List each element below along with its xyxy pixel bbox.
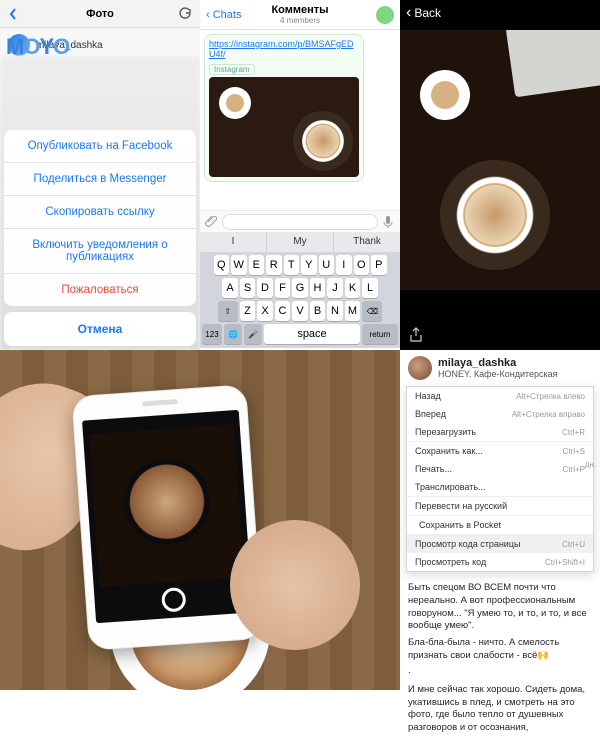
chat-header: ‹ Chats Комменты 4 members — [200, 0, 400, 30]
key-j[interactable]: J — [327, 278, 343, 298]
menu-item[interactable]: НазадAlt+Стрелка влево — [407, 387, 593, 405]
message-bubble[interactable]: https://instagram.com/p/BMSAFgEDU4f/ Ins… — [204, 34, 364, 182]
key-l[interactable]: L — [362, 278, 378, 298]
message-input-row — [200, 210, 400, 232]
key-u[interactable]: U — [319, 255, 335, 275]
menu-item[interactable]: Печать...Ctrl+P — [407, 460, 593, 478]
nav-title: Фото — [0, 8, 200, 20]
message-link[interactable]: https://instagram.com/p/BMSAFgEDU4f/ — [209, 39, 359, 59]
report[interactable]: Пожаловаться — [4, 274, 196, 306]
attach-icon[interactable] — [204, 215, 218, 229]
key-c[interactable]: C — [275, 301, 291, 321]
post-username[interactable]: milaya_dashka — [438, 357, 558, 369]
key-p[interactable]: P — [371, 255, 387, 275]
keyboard-suggestions: I My Thank — [200, 232, 400, 252]
key-y[interactable]: Y — [301, 255, 317, 275]
share-messenger[interactable]: Поделиться в Messenger — [4, 163, 196, 196]
post-caption: Быть спецом ВО ВСЕМ почти что нереально.… — [400, 578, 600, 745]
menu-item[interactable]: Перевести на русский — [407, 496, 593, 515]
enable-notifications[interactable]: Включить уведомления о публикациях — [4, 229, 196, 274]
viewer-toolbar — [400, 320, 600, 350]
key-z[interactable]: Z — [240, 301, 256, 321]
ios-share-sheet-panel: Фото milaya_dashka MOYO Опубликовать на … — [0, 0, 200, 350]
suggestion[interactable]: Thank — [334, 232, 400, 252]
link-preview-image — [209, 77, 359, 177]
key-shift[interactable]: ⇧ — [218, 301, 238, 321]
key-globe[interactable]: 🌐 — [224, 324, 242, 344]
key-t[interactable]: T — [284, 255, 300, 275]
key-i[interactable]: I — [336, 255, 352, 275]
key-space[interactable]: space — [264, 324, 360, 344]
key-k[interactable]: K — [345, 278, 361, 298]
context-menu: НазадAlt+Стрелка влевоВпередAlt+Стрелка … — [406, 386, 594, 572]
key-w[interactable]: W — [231, 255, 247, 275]
share-icon[interactable] — [408, 327, 424, 343]
key-g[interactable]: G — [292, 278, 308, 298]
avatar[interactable] — [408, 356, 432, 380]
key-d[interactable]: D — [257, 278, 273, 298]
key-backspace[interactable]: ⌫ — [362, 301, 382, 321]
menu-item[interactable]: Сохранить как...Ctrl+S — [407, 441, 593, 460]
menu-item[interactable]: ПерезагрузитьCtrl+R — [407, 423, 593, 441]
menu-item[interactable]: Сохранить в Pocket — [407, 515, 593, 534]
viewer-nav: ‹ Back — [400, 0, 600, 26]
key-b[interactable]: B — [310, 301, 326, 321]
photo[interactable] — [400, 30, 600, 290]
key-m[interactable]: M — [345, 301, 361, 321]
key-s[interactable]: S — [240, 278, 256, 298]
key-n[interactable]: N — [327, 301, 343, 321]
key-return[interactable]: return — [362, 324, 398, 344]
link-source-badge: Instagram — [209, 64, 255, 75]
shutter-icon — [160, 587, 186, 613]
key-r[interactable]: R — [266, 255, 282, 275]
copy-link[interactable]: Скопировать ссылку — [4, 196, 196, 229]
action-sheet: Опубликовать на Facebook Поделиться в Me… — [4, 130, 196, 346]
share-facebook[interactable]: Опубликовать на Facebook — [4, 130, 196, 163]
lifestyle-photo-panel — [0, 350, 400, 690]
telegram-chat-panel: ‹ Chats Комменты 4 members https://insta… — [200, 0, 400, 350]
message-input[interactable] — [222, 214, 378, 230]
key-numbers[interactable]: 123 — [202, 324, 222, 344]
key-mic[interactable]: 🎤 — [244, 324, 262, 344]
browser-contextmenu-panel: milaya_dashka HONEY. Кафе-Кондитерская Н… — [400, 350, 600, 690]
key-q[interactable]: Q — [214, 255, 230, 275]
key-f[interactable]: F — [275, 278, 291, 298]
message-area[interactable]: https://instagram.com/p/BMSAFgEDU4f/ Ins… — [200, 30, 400, 210]
chevron-left-icon[interactable]: ‹ — [406, 4, 411, 22]
key-o[interactable]: O — [354, 255, 370, 275]
phone-screen — [82, 410, 253, 623]
menu-item[interactable]: Просмотреть кодCtrl+Shift+I — [407, 553, 593, 571]
menu-item[interactable]: Транслировать... — [407, 478, 593, 496]
cancel-button[interactable]: Отмена — [4, 312, 196, 346]
post-header: milaya_dashka HONEY. Кафе-Кондитерская — [400, 350, 600, 384]
photo-viewer-panel: ‹ Back — [400, 0, 600, 350]
key-v[interactable]: V — [292, 301, 308, 321]
post-location[interactable]: HONEY. Кафе-Кондитерская — [438, 369, 558, 379]
keyboard: QWERTYUIOP ASDFGHJKL ⇧ZXCVBNM⌫ 123 🌐 🎤 s… — [200, 252, 400, 348]
key-a[interactable]: A — [222, 278, 238, 298]
chat-title: Комменты — [200, 4, 400, 16]
moyo-logo: MOYO — [6, 34, 69, 60]
timestamp-aside: дн. — [585, 460, 596, 469]
suggestion[interactable]: My — [267, 232, 334, 252]
back-label[interactable]: Back — [414, 6, 441, 20]
menu-item[interactable]: Просмотр кода страницыCtrl+U — [407, 534, 593, 553]
key-h[interactable]: H — [310, 278, 326, 298]
mic-icon[interactable] — [382, 215, 396, 229]
key-x[interactable]: X — [257, 301, 273, 321]
menu-item[interactable]: ВпередAlt+Стрелка вправо — [407, 405, 593, 423]
nav-bar: Фото — [0, 0, 200, 28]
chat-subtitle: 4 members — [200, 16, 400, 25]
suggestion[interactable]: I — [200, 232, 267, 252]
key-e[interactable]: E — [249, 255, 265, 275]
